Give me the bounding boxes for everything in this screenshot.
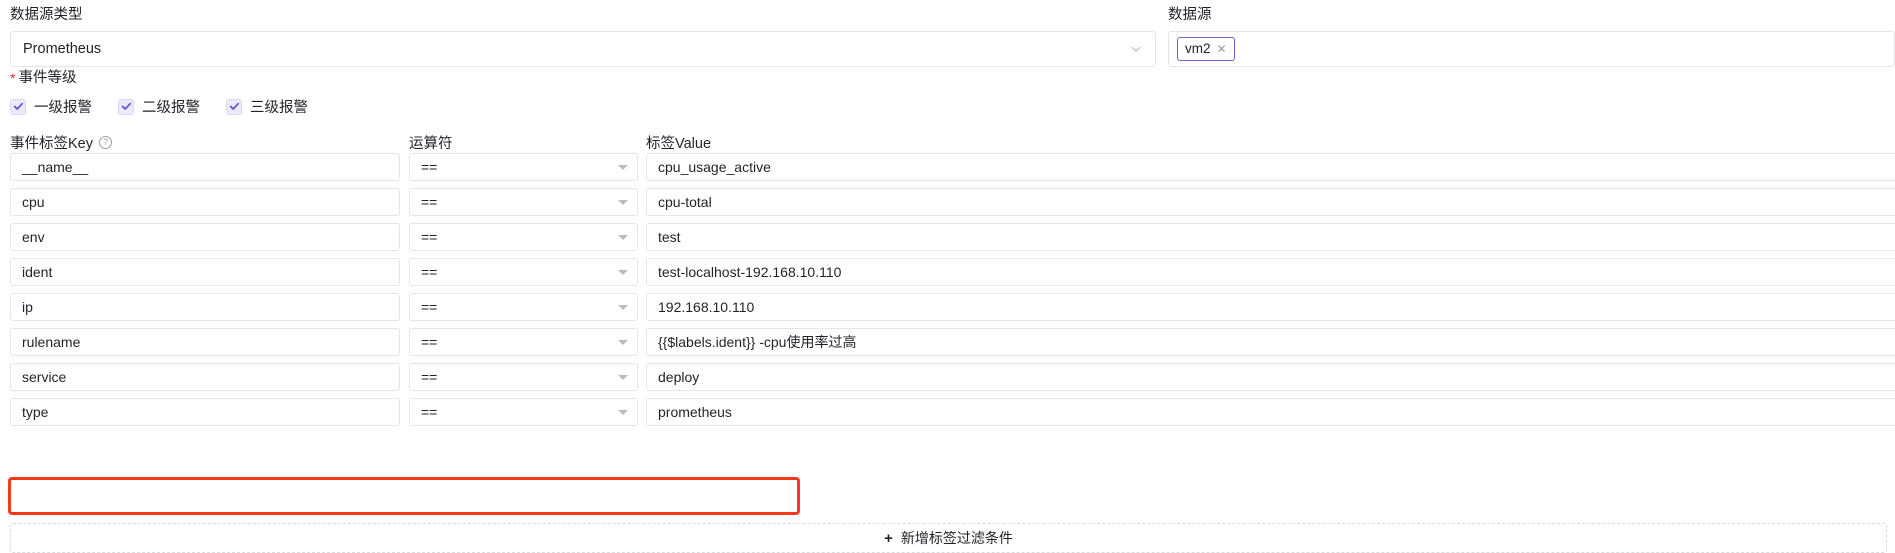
alert-filter-form: 数据源类型 Prometheus 数据源 vm2 ✕ * 事件等级 一级报警 二… xyxy=(0,0,1895,553)
check-icon[interactable] xyxy=(118,98,134,115)
caret-down-icon[interactable] xyxy=(618,339,628,345)
filter-operator-select[interactable]: == xyxy=(409,258,638,286)
filter-value-input[interactable]: prometheus xyxy=(646,398,1895,426)
table-row: env == test xyxy=(0,223,1895,258)
filter-value-input[interactable]: test xyxy=(646,223,1895,251)
filter-operator-select[interactable]: == xyxy=(409,398,638,426)
checkbox-level-3-label: 三级报警 xyxy=(250,100,308,116)
filter-key-input[interactable]: __name__ xyxy=(10,153,400,181)
table-row: ip == 192.168.10.110 xyxy=(0,293,1895,328)
filter-operator-value: == xyxy=(421,229,438,245)
checkbox-level-1-label: 一级报警 xyxy=(34,100,92,116)
column-header-operator: 运算符 xyxy=(409,136,453,152)
filter-operator-select[interactable]: == xyxy=(409,153,638,181)
add-filter-button[interactable]: + 新增标签过滤条件 xyxy=(10,523,1887,553)
check-icon[interactable] xyxy=(226,98,242,115)
checkbox-level-2[interactable]: 二级报警 xyxy=(118,96,200,117)
filter-operator-value: == xyxy=(421,334,438,350)
datasource-label: 数据源 xyxy=(1168,7,1212,23)
filter-key-input[interactable]: type xyxy=(10,398,400,426)
caret-down-icon[interactable] xyxy=(618,199,628,205)
table-row: cpu == cpu-total xyxy=(0,188,1895,223)
filter-operator-value: == xyxy=(421,159,438,175)
filter-operator-value: == xyxy=(421,369,438,385)
filter-operator-value: == xyxy=(421,194,438,210)
filter-key-input[interactable]: ip xyxy=(10,293,400,321)
chevron-down-icon[interactable] xyxy=(1129,42,1143,56)
column-header-key-text: 事件标签Key xyxy=(10,136,93,152)
checkbox-level-2-label: 二级报警 xyxy=(142,100,200,116)
caret-down-icon[interactable] xyxy=(618,409,628,415)
datasource-type-select[interactable]: Prometheus xyxy=(10,31,1156,67)
checkbox-level-3[interactable]: 三级报警 xyxy=(226,96,308,117)
filter-value-input[interactable]: test-localhost-192.168.10.110 xyxy=(646,258,1895,286)
filter-value-input[interactable]: cpu_usage_active xyxy=(646,153,1895,181)
filter-operator-select[interactable]: == xyxy=(409,363,638,391)
filter-key-input[interactable]: rulename xyxy=(10,328,400,356)
caret-down-icon[interactable] xyxy=(618,164,628,170)
filter-operator-select[interactable]: == xyxy=(409,223,638,251)
event-level-label-text: 事件等级 xyxy=(18,70,77,86)
event-level-label: * 事件等级 xyxy=(10,68,76,88)
filter-key-input[interactable]: service xyxy=(10,363,400,391)
plus-icon: + xyxy=(884,529,893,547)
filter-value-input[interactable]: cpu-total xyxy=(646,188,1895,216)
event-level-checkbox-group: 一级报警 二级报警 三级报警 xyxy=(10,96,308,117)
caret-down-icon[interactable] xyxy=(618,269,628,275)
table-row: service == deploy xyxy=(0,363,1895,398)
table-row: rulename == {{$labels.ident}} -cpu使用率过高 xyxy=(0,328,1895,363)
filter-operator-value: == xyxy=(421,264,438,280)
column-header-value: 标签Value xyxy=(646,136,712,152)
caret-down-icon[interactable] xyxy=(618,234,628,240)
datasource-tag-label: vm2 xyxy=(1185,41,1211,56)
filter-value-input[interactable]: deploy xyxy=(646,363,1895,391)
column-header-key: 事件标签Key ? xyxy=(10,132,112,153)
filter-operator-select[interactable]: == xyxy=(409,188,638,216)
filter-value-input[interactable]: 192.168.10.110 xyxy=(646,293,1895,321)
filter-operator-value: == xyxy=(421,299,438,315)
filter-operator-select[interactable]: == xyxy=(409,293,638,321)
table-row: ident == test-localhost-192.168.10.110 xyxy=(0,258,1895,293)
filter-operator-select[interactable]: == xyxy=(409,328,638,356)
add-filter-button-label: 新增标签过滤条件 xyxy=(900,530,1013,546)
filter-operator-value: == xyxy=(421,404,438,420)
close-icon[interactable]: ✕ xyxy=(1217,43,1227,55)
caret-down-icon[interactable] xyxy=(618,374,628,380)
datasource-tag-vm2[interactable]: vm2 ✕ xyxy=(1177,37,1235,61)
caret-down-icon[interactable] xyxy=(618,304,628,310)
table-row: __name__ == cpu_usage_active xyxy=(0,153,1895,188)
help-icon[interactable]: ? xyxy=(99,136,112,149)
required-asterisk: * xyxy=(10,70,16,87)
datasource-select[interactable]: vm2 ✕ xyxy=(1168,31,1895,67)
datasource-type-value: Prometheus xyxy=(23,41,102,57)
filter-value-input[interactable]: {{$labels.ident}} -cpu使用率过高 xyxy=(646,328,1895,356)
annotation-highlight-box xyxy=(8,477,800,515)
filter-key-input[interactable]: cpu xyxy=(10,188,400,216)
checkbox-level-1[interactable]: 一级报警 xyxy=(10,96,92,117)
check-icon[interactable] xyxy=(10,98,26,115)
filter-key-input[interactable]: ident xyxy=(10,258,400,286)
table-row: type == prometheus xyxy=(0,398,1895,433)
datasource-type-label: 数据源类型 xyxy=(10,7,83,23)
filter-key-input[interactable]: env xyxy=(10,223,400,251)
filter-rows: __name__ == cpu_usage_activecpu == cpu-total… xyxy=(0,153,1895,433)
